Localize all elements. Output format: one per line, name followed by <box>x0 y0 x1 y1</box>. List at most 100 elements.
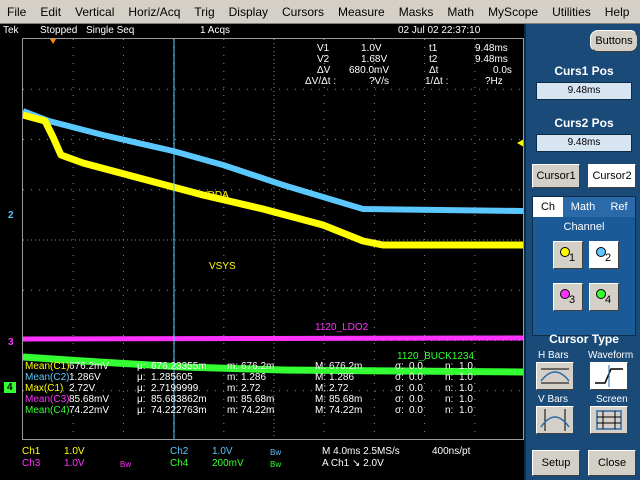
date-time: 02 Jul 02 22:37:10 <box>398 25 481 36</box>
menu-horiz-acq[interactable]: Horiz/Acq <box>121 0 187 24</box>
grid-dot <box>72 47 74 48</box>
grid-dot <box>373 111 375 112</box>
measurement-value: 1.286V <box>69 372 101 383</box>
screen-button[interactable] <box>590 406 628 434</box>
ch2-label[interactable]: Ch2 <box>170 446 188 457</box>
menu-help[interactable]: Help <box>598 0 637 24</box>
grid-dot <box>367 189 368 191</box>
grid-dot <box>271 139 272 140</box>
grid-dot <box>471 139 472 140</box>
menu-measure[interactable]: Measure <box>331 0 392 24</box>
menu-myscope[interactable]: MyScope <box>481 0 545 24</box>
channel-4-button[interactable]: 4 <box>589 283 619 311</box>
grid-dot <box>447 189 448 191</box>
channel-3-button[interactable]: 3 <box>553 283 583 311</box>
ch3-ground-marker[interactable]: 3 <box>8 337 14 348</box>
menu-utilities[interactable]: Utilities <box>545 0 598 24</box>
menu-trig[interactable]: Trig <box>187 0 221 24</box>
trigger-readout[interactable]: A Ch1 ↘ 2.0V <box>322 458 384 469</box>
grid-dot <box>407 139 408 140</box>
menu-file[interactable]: File <box>0 0 33 24</box>
grid-dot <box>127 88 128 90</box>
grid-dot <box>424 431 426 432</box>
hbars-button[interactable] <box>536 362 574 390</box>
grid-dot <box>323 103 325 104</box>
grid-dot <box>424 415 426 416</box>
grid-dot <box>474 135 476 136</box>
measurement-stat-label: M: <box>315 394 327 405</box>
channel-1-button[interactable]: 1 <box>553 241 583 269</box>
grid-dot <box>122 143 124 144</box>
cursor-dv-value: 680.0mV <box>349 65 390 76</box>
grid-dot <box>287 289 288 291</box>
channel-2-button[interactable]: 2 <box>589 241 619 269</box>
grid-dot <box>474 391 476 392</box>
grid-dot <box>474 71 476 72</box>
grid-dot <box>375 289 376 291</box>
ch2-ground-marker[interactable]: 2 <box>8 210 14 221</box>
ch4-ground-marker[interactable]: 4 <box>4 382 16 393</box>
grid-dot <box>223 103 225 104</box>
grid-dot <box>495 88 496 90</box>
ch3-label[interactable]: Ch3 <box>22 458 40 469</box>
menu-display[interactable]: Display <box>222 0 275 24</box>
setup-button[interactable]: Setup <box>532 450 580 476</box>
grid-dot <box>323 247 325 248</box>
grid-dot <box>424 167 426 168</box>
grid-dot <box>263 139 264 140</box>
grid-dot <box>455 289 456 291</box>
grid-dot <box>223 55 225 56</box>
menu-vertical[interactable]: Vertical <box>68 0 121 24</box>
grid-dot <box>167 189 168 191</box>
grid-dot <box>31 139 32 140</box>
grid-dot <box>122 431 124 432</box>
grid-dot <box>431 189 432 191</box>
grid-dot <box>327 289 328 291</box>
grid-dot <box>122 399 124 400</box>
ch1-label[interactable]: Ch1 <box>22 446 40 457</box>
grid-dot <box>474 263 476 264</box>
vbars-button[interactable] <box>536 406 574 434</box>
measurement-value: 2.72V <box>69 383 96 394</box>
grid-dot <box>122 103 124 104</box>
close-button[interactable]: Close <box>588 450 636 476</box>
tab-ref[interactable]: Ref <box>603 197 635 217</box>
grid-dot <box>383 289 384 291</box>
grid-dot <box>122 63 124 64</box>
waveform-button[interactable] <box>590 362 628 390</box>
grid-dot <box>375 139 376 140</box>
menu-cursors[interactable]: Cursors <box>275 0 331 24</box>
curs2-pos-field[interactable]: 9.48ms <box>536 134 632 152</box>
grid-dot <box>63 139 64 140</box>
menu-math[interactable]: Math <box>440 0 481 24</box>
ch4-label[interactable]: Ch4 <box>170 458 188 469</box>
grid-dot <box>424 263 426 264</box>
grid-dot <box>122 215 124 216</box>
curs1-pos-field[interactable]: 9.48ms <box>536 82 632 100</box>
grid-dot <box>255 189 256 191</box>
screen-label: Screen <box>596 394 628 405</box>
grid-dot <box>279 289 280 291</box>
buttons-toggle-button[interactable]: Buttons <box>590 30 638 52</box>
grid-dot <box>31 289 32 291</box>
grid-dot <box>31 88 32 90</box>
tab-math[interactable]: Math <box>565 197 601 217</box>
menu-edit[interactable]: Edit <box>33 0 68 24</box>
waveform-display[interactable]: V1 1.0V V2 1.68V ΔV 680.0mV ΔV/Δt : ?V/s… <box>22 38 524 440</box>
grid-dot <box>463 189 464 191</box>
cursor1-button[interactable]: Cursor1 <box>532 164 580 188</box>
grid-dot <box>72 223 74 224</box>
menu-masks[interactable]: Masks <box>392 0 441 24</box>
timebase-readout[interactable]: M 4.0ms 2.5MS/s <box>322 446 400 457</box>
cursor2-button[interactable]: Cursor2 <box>588 164 636 188</box>
grid-dot <box>367 139 368 140</box>
grid-dot <box>119 289 120 291</box>
cursor-invdt-value: ?Hz <box>485 76 503 87</box>
tab-ch[interactable]: Ch <box>533 197 563 217</box>
grid-dot <box>351 88 352 90</box>
measurement-stat-label: μ: <box>137 372 146 383</box>
grid-dot <box>47 289 48 291</box>
grid-dot <box>373 135 375 136</box>
measurement-name: Mean(C2) <box>25 372 70 383</box>
grid-dot <box>135 289 136 291</box>
